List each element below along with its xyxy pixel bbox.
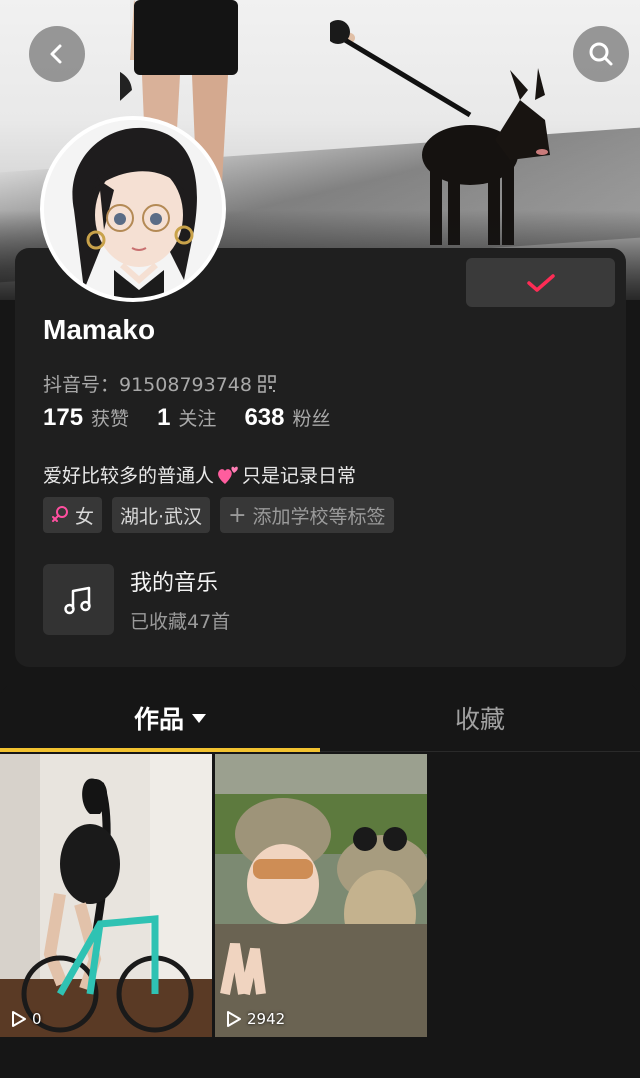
caret-down-icon xyxy=(192,713,207,723)
two-hearts-emoji-icon xyxy=(218,466,238,484)
bio-text-start: 爱好比较多的普通人 xyxy=(43,465,215,487)
qr-code-icon[interactable] xyxy=(258,374,276,393)
check-icon xyxy=(526,273,555,292)
play-count-value: 2942 xyxy=(247,1010,286,1028)
back-button[interactable] xyxy=(29,26,85,82)
add-tag-label: 添加学校等标签 xyxy=(252,505,386,528)
add-tag-button[interactable]: + 添加学校等标签 xyxy=(220,497,394,533)
play-icon xyxy=(227,1011,241,1027)
douyin-id[interactable]: 抖音号：91508793748 xyxy=(43,370,276,397)
tab-favorites[interactable]: 收藏 xyxy=(455,700,505,736)
tab-favorites-label: 收藏 xyxy=(455,705,506,734)
tag-location: 湖北·武汉 xyxy=(112,497,211,533)
search-button[interactable] xyxy=(573,26,629,82)
search-icon xyxy=(589,42,613,66)
tab-works-label: 作品 xyxy=(134,705,185,734)
stat-likes-count: 175 xyxy=(43,404,84,431)
douyin-id-text: 抖音号：91508793748 xyxy=(43,374,252,396)
video-cover-cycling xyxy=(0,754,212,1037)
stat-likes[interactable]: 175 获赞 xyxy=(43,404,129,432)
profile-stats: 175 获赞 1 关注 638 粉丝 xyxy=(43,404,331,432)
my-music-entry[interactable]: 我的音乐 已收藏47首 xyxy=(43,564,230,635)
play-count: 0 xyxy=(8,1009,42,1029)
stat-following[interactable]: 1 关注 xyxy=(157,404,216,432)
music-title: 我的音乐 xyxy=(130,571,219,596)
play-icon xyxy=(12,1011,26,1027)
video-grid: 0 2942 xyxy=(0,754,427,1037)
play-count: 2942 xyxy=(223,1009,285,1029)
stat-likes-label: 获赞 xyxy=(91,408,130,430)
video-cover-tactical xyxy=(215,754,427,1037)
content-panel: 作品 收藏 0 2942 xyxy=(0,682,640,1078)
tag-location-label: 湖北·武汉 xyxy=(120,505,203,528)
tab-bar: 作品 收藏 xyxy=(0,682,640,752)
play-count-value: 0 xyxy=(32,1010,42,1028)
video-thumbnail[interactable]: 2942 xyxy=(215,754,427,1037)
tab-indicator xyxy=(0,748,320,752)
profile-tags: 女 湖北·武汉 + 添加学校等标签 xyxy=(43,497,394,533)
stat-followers-label: 粉丝 xyxy=(292,408,331,430)
profile-name: Mamako xyxy=(43,314,156,345)
chevron-left-icon xyxy=(50,44,62,64)
tag-gender-label: 女 xyxy=(75,505,95,528)
followed-button[interactable] xyxy=(466,258,615,307)
plus-icon: + xyxy=(228,502,247,528)
profile-bio: 爱好比较多的普通人 只是记录日常 xyxy=(43,461,356,488)
music-note-icon xyxy=(63,586,91,614)
stat-following-count: 1 xyxy=(157,404,171,431)
video-thumbnail[interactable]: 0 xyxy=(0,754,212,1037)
stat-followers[interactable]: 638 粉丝 xyxy=(244,404,330,432)
avatar[interactable] xyxy=(40,116,226,302)
female-icon xyxy=(52,506,68,522)
tag-gender: 女 xyxy=(43,497,103,533)
bio-text-end: 只是记录日常 xyxy=(242,465,357,487)
stat-following-label: 关注 xyxy=(178,408,217,430)
music-icon-box xyxy=(43,564,114,635)
avatar-portrait xyxy=(44,120,222,298)
music-subtitle: 已收藏47首 xyxy=(130,611,231,633)
tab-works[interactable]: 作品 xyxy=(134,700,207,736)
stat-followers-count: 638 xyxy=(244,404,285,431)
